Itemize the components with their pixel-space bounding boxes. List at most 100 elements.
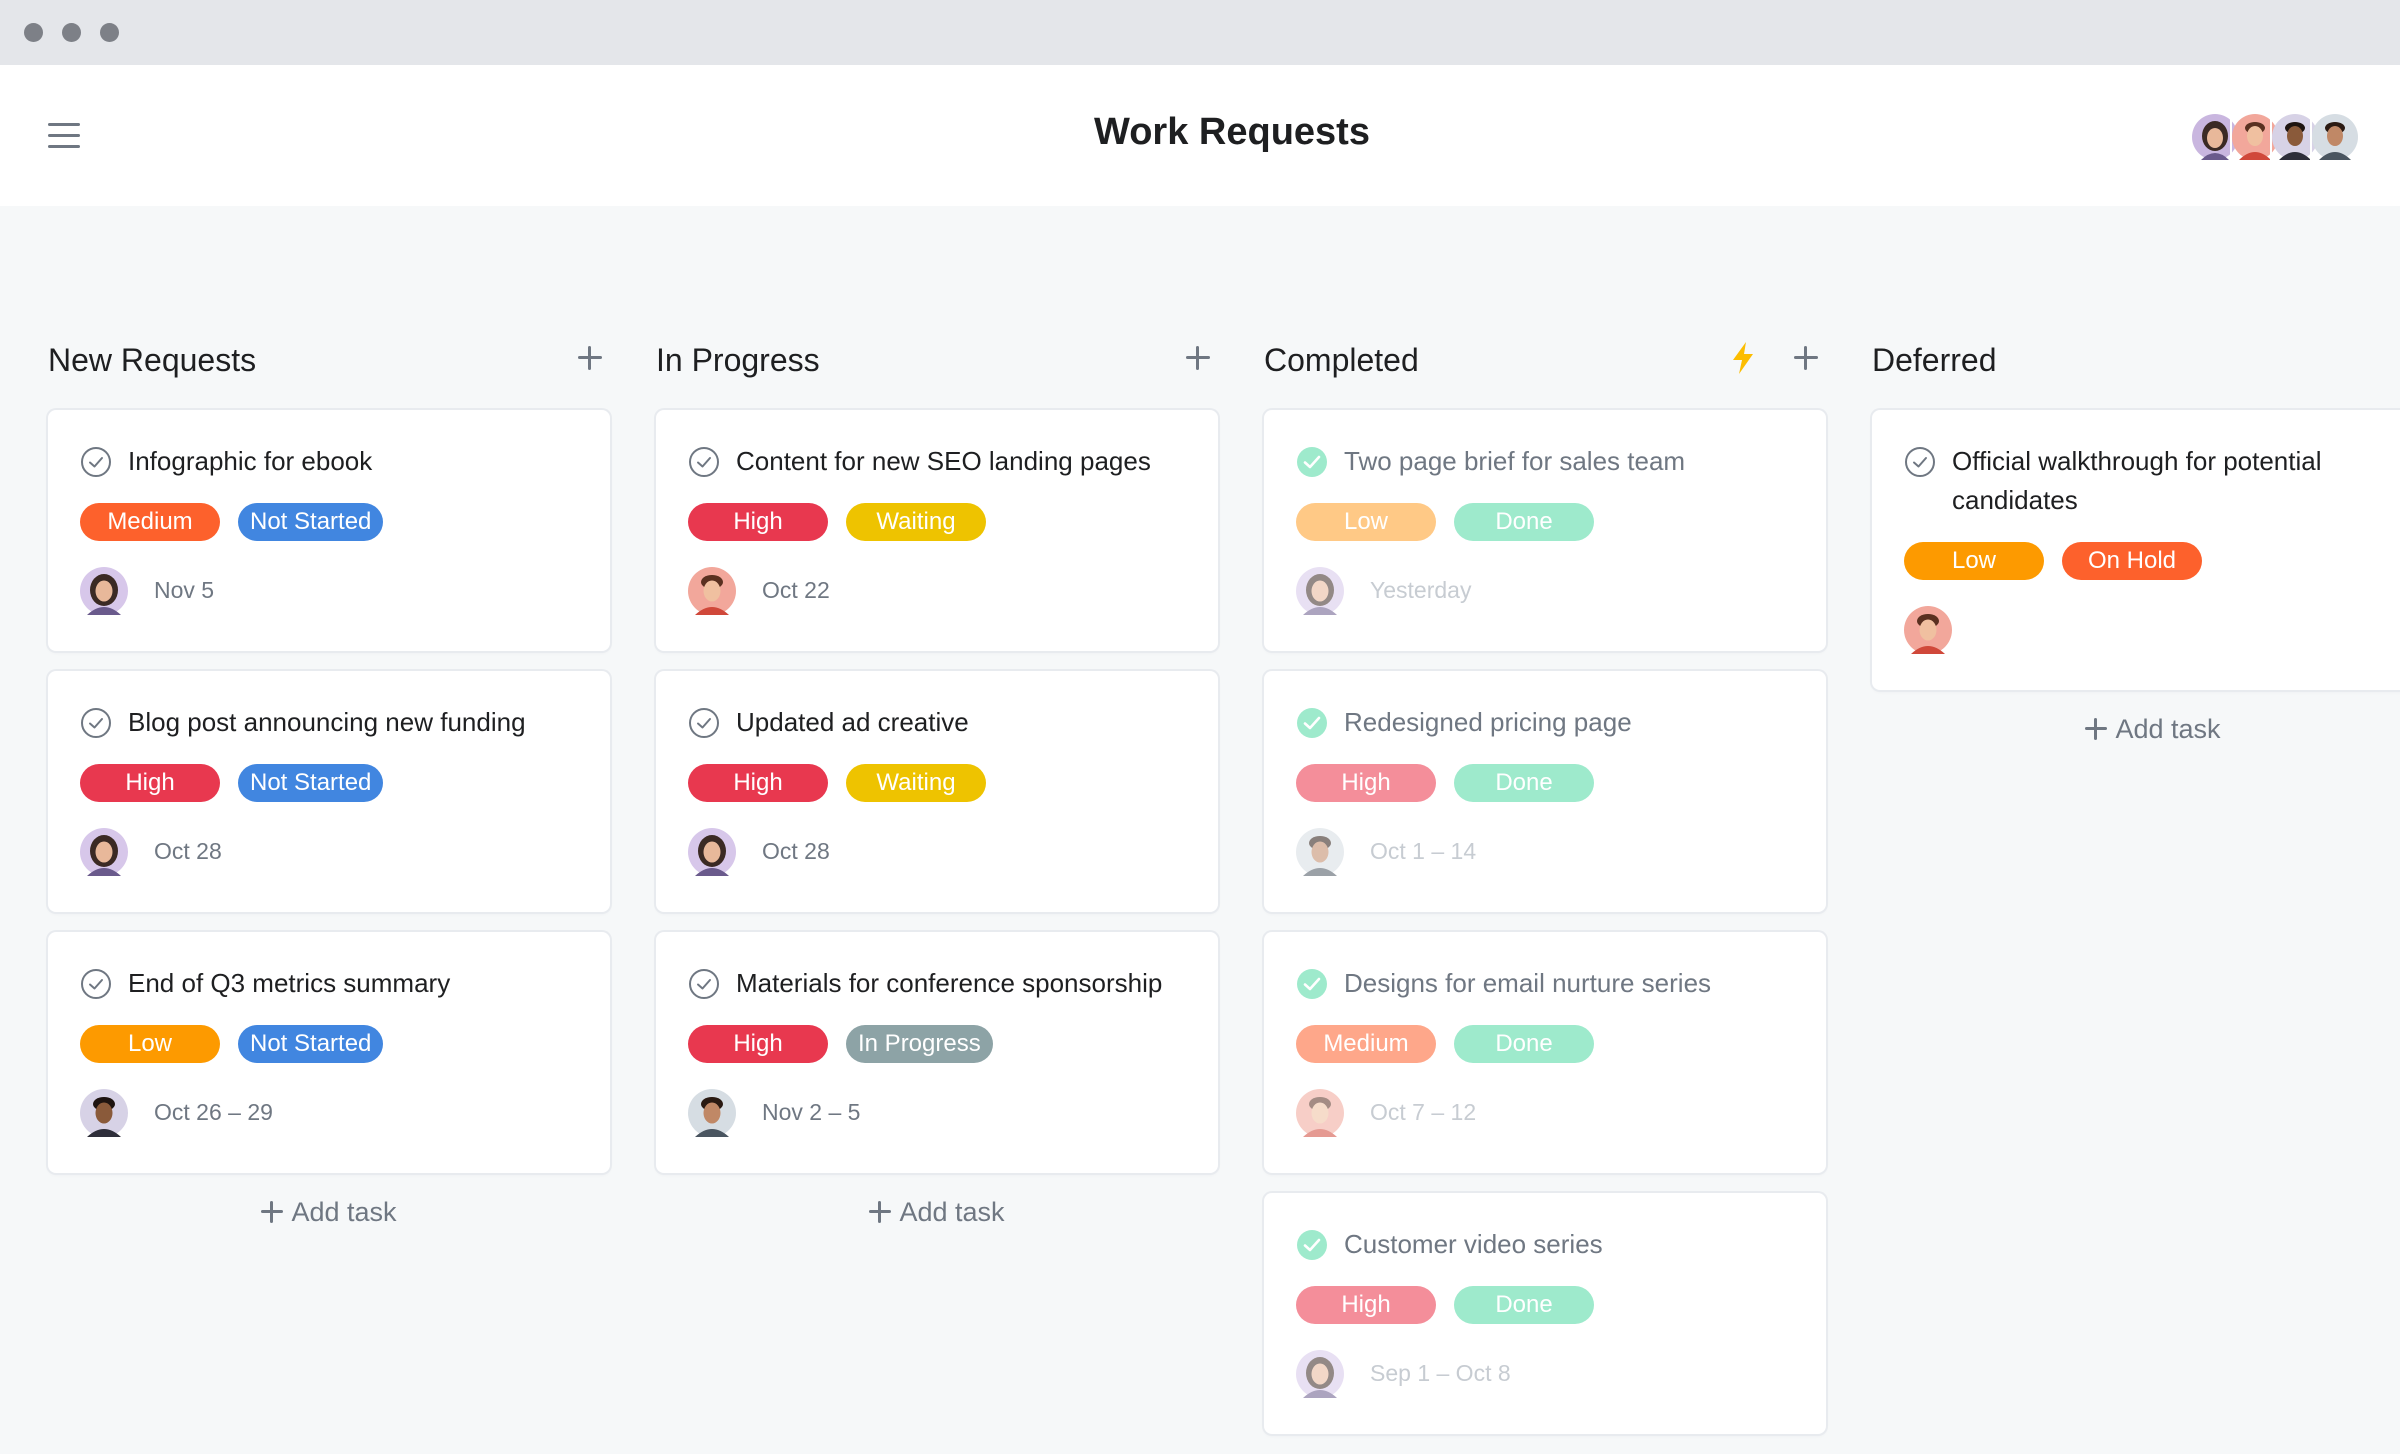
task-meta: Oct 26 – 29: [80, 1089, 578, 1137]
window-minimize-dot[interactable]: [62, 23, 81, 42]
assignee-avatar[interactable]: [688, 828, 736, 876]
status-tag[interactable]: Done: [1454, 1025, 1594, 1063]
task-title-row: Infographic for ebook: [80, 442, 578, 481]
status-tag[interactable]: Done: [1454, 503, 1594, 541]
priority-tag[interactable]: Medium: [80, 503, 220, 541]
due-date[interactable]: Oct 1 – 14: [1370, 838, 1476, 865]
task-card[interactable]: Official walkthrough for potential candi…: [1872, 410, 2400, 690]
priority-tag[interactable]: Low: [1296, 503, 1436, 541]
status-tag[interactable]: Not Started: [238, 503, 384, 541]
window-titlebar: [0, 0, 2400, 65]
due-date[interactable]: Sep 1 – Oct 8: [1370, 1360, 1511, 1387]
priority-tag[interactable]: Low: [80, 1025, 220, 1063]
checkmark-circle-icon[interactable]: [80, 968, 112, 1000]
checkmark-circle-icon[interactable]: [688, 446, 720, 478]
add-task-button[interactable]: Add task: [48, 1197, 610, 1228]
plus-icon: [869, 1201, 892, 1223]
task-title-row: Two page brief for sales team: [1296, 442, 1794, 481]
assignee-avatar[interactable]: [1296, 1350, 1344, 1398]
assignee-avatar[interactable]: [688, 1089, 736, 1137]
column-completed: Completed Two page brief for sales team L…: [1264, 312, 1826, 1454]
app-header: Work Requests: [0, 65, 2400, 206]
checkmark-complete-icon[interactable]: [1296, 707, 1328, 739]
due-date[interactable]: Oct 28: [154, 838, 222, 865]
priority-tag[interactable]: Low: [1904, 542, 2044, 580]
add-task-button[interactable]: Add task: [1872, 714, 2400, 745]
window-close-dot[interactable]: [24, 23, 43, 42]
due-date[interactable]: Oct 26 – 29: [154, 1099, 273, 1126]
task-card[interactable]: Infographic for ebook Medium Not Started No…: [48, 410, 610, 651]
add-task-label: Add task: [899, 1197, 1005, 1227]
task-card[interactable]: Redesigned pricing page High Done Oct 1 – 1…: [1264, 671, 1826, 912]
due-date[interactable]: Oct 22: [762, 577, 830, 604]
task-meta: [1904, 606, 2400, 654]
assignee-avatar[interactable]: [1904, 606, 1952, 654]
column-header: New Requests: [48, 312, 610, 410]
add-task-plus-icon[interactable]: [1788, 340, 1824, 376]
task-card[interactable]: Designs for email nurture series Medium Do…: [1264, 932, 1826, 1173]
due-date[interactable]: Oct 7 – 12: [1370, 1099, 1476, 1126]
due-date[interactable]: Oct 28: [762, 838, 830, 865]
tag-row: Medium Not Started: [80, 503, 578, 541]
assignee-avatar[interactable]: [1296, 1089, 1344, 1137]
status-tag[interactable]: On Hold: [2062, 542, 2202, 580]
task-card[interactable]: Content for new SEO landing pages High Wai…: [656, 410, 1218, 651]
column-new-requests: New Requests Infographic for ebook Medium…: [48, 312, 610, 1228]
add-task-button[interactable]: Add task: [656, 1197, 1218, 1228]
task-card[interactable]: Blog post announcing new funding High Not …: [48, 671, 610, 912]
column-title: Completed: [1264, 342, 1419, 378]
assignee-avatar[interactable]: [80, 828, 128, 876]
tag-row: High In Progress: [688, 1025, 1186, 1063]
checkmark-circle-icon[interactable]: [688, 968, 720, 1000]
tag-row: High Waiting: [688, 503, 1186, 541]
due-date[interactable]: Yesterday: [1370, 577, 1471, 604]
status-tag[interactable]: Waiting: [846, 764, 986, 802]
due-date[interactable]: Nov 5: [154, 577, 214, 604]
due-date[interactable]: Nov 2 – 5: [762, 1099, 860, 1126]
task-card[interactable]: Two page brief for sales team Low Done Yest…: [1264, 410, 1826, 651]
add-task-label: Add task: [291, 1197, 397, 1227]
add-task-plus-icon[interactable]: [1180, 340, 1216, 376]
task-meta: Oct 1 – 14: [1296, 828, 1794, 876]
task-meta: Oct 28: [80, 828, 578, 876]
status-tag[interactable]: Waiting: [846, 503, 986, 541]
task-title-row: Designs for email nurture series: [1296, 964, 1794, 1003]
status-tag[interactable]: Not Started: [238, 764, 384, 802]
task-title-row: Updated ad creative: [688, 703, 1186, 742]
add-task-plus-icon[interactable]: [572, 340, 608, 376]
priority-tag[interactable]: Medium: [1296, 1025, 1436, 1063]
lightning-bolt-icon[interactable]: [1728, 340, 1758, 376]
checkmark-complete-icon[interactable]: [1296, 1229, 1328, 1261]
window-maximize-dot[interactable]: [100, 23, 119, 42]
task-card[interactable]: End of Q3 metrics summary Low Not Started O…: [48, 932, 610, 1173]
tag-row: High Waiting: [688, 764, 1186, 802]
assignee-avatar[interactable]: [80, 1089, 128, 1137]
checkmark-circle-icon[interactable]: [688, 707, 720, 739]
priority-tag[interactable]: High: [1296, 1286, 1436, 1324]
tag-row: High Not Started: [80, 764, 578, 802]
priority-tag[interactable]: High: [80, 764, 220, 802]
assignee-avatar[interactable]: [1296, 567, 1344, 615]
status-tag[interactable]: Done: [1454, 1286, 1594, 1324]
assignee-avatar[interactable]: [80, 567, 128, 615]
priority-tag[interactable]: High: [1296, 764, 1436, 802]
checkmark-complete-icon[interactable]: [1296, 446, 1328, 478]
task-card[interactable]: Updated ad creative High Waiting Oct 28: [656, 671, 1218, 912]
priority-tag[interactable]: High: [688, 764, 828, 802]
checkmark-complete-icon[interactable]: [1296, 968, 1328, 1000]
task-card[interactable]: Materials for conference sponsorship High…: [656, 932, 1218, 1173]
assignee-avatar[interactable]: [688, 567, 736, 615]
checkmark-circle-icon[interactable]: [1904, 446, 1936, 478]
status-tag[interactable]: Not Started: [238, 1025, 384, 1063]
task-title-row: Official walkthrough for potential candi…: [1904, 442, 2400, 520]
status-tag[interactable]: Done: [1454, 764, 1594, 802]
status-tag[interactable]: In Progress: [846, 1025, 993, 1063]
priority-tag[interactable]: High: [688, 1025, 828, 1063]
checkmark-circle-icon[interactable]: [80, 446, 112, 478]
task-card[interactable]: Customer video series High Done Sep 1 – Oct…: [1264, 1193, 1826, 1434]
priority-tag[interactable]: High: [688, 503, 828, 541]
checkmark-circle-icon[interactable]: [80, 707, 112, 739]
avatar[interactable]: [2310, 112, 2360, 162]
task-title: Customer video series: [1344, 1229, 1603, 1259]
assignee-avatar[interactable]: [1296, 828, 1344, 876]
